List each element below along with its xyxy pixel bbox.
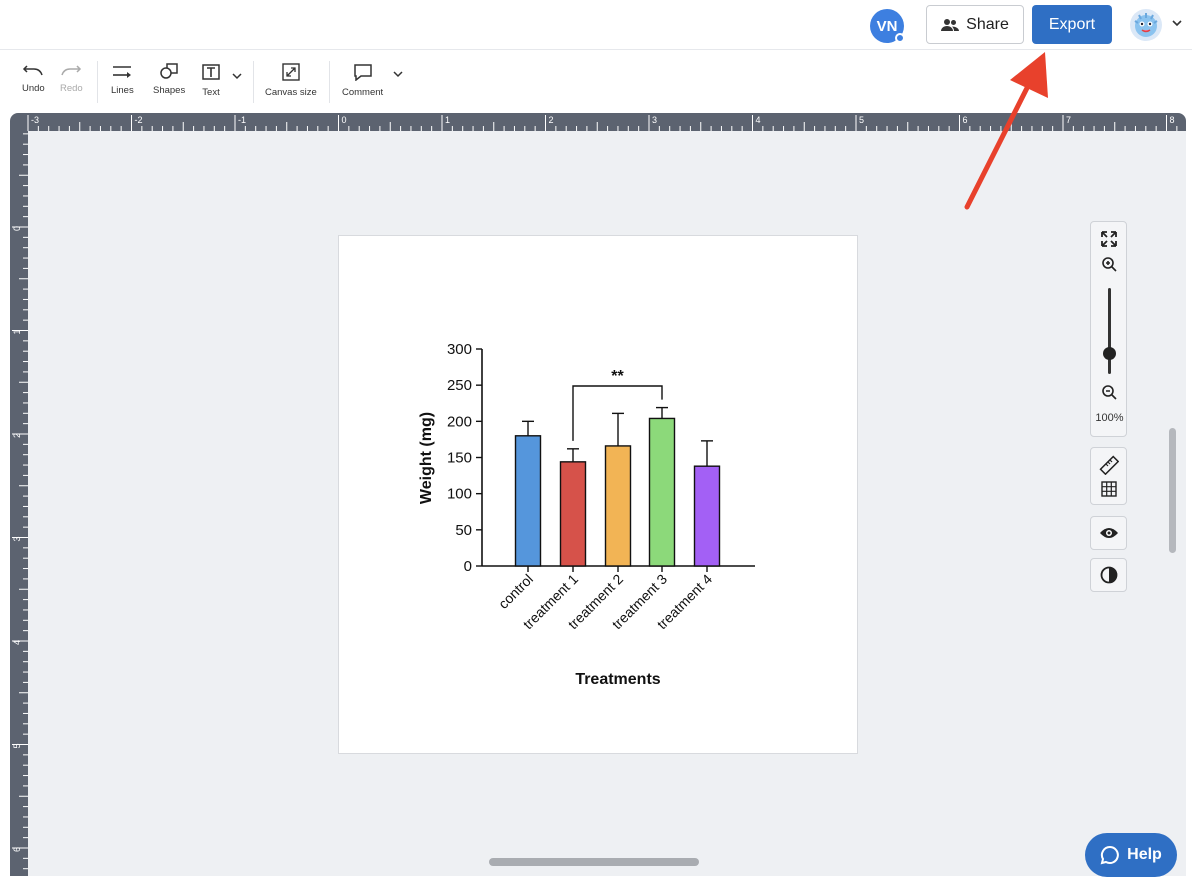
canvas-page[interactable]: 0 50 100 150 200 250 300 control treatment 1 trea… [338,235,858,754]
y-tick-label: 100 [447,486,472,503]
ruler-icon[interactable] [1098,455,1119,475]
monster-avatar-icon [1134,13,1158,37]
online-status-dot [895,33,905,43]
ruler-ticks: -3 -2 -1 0 1 2 3 4 5 6 7 8 [27,115,1178,131]
y-tick-label: 50 [455,522,472,539]
y-tick-label: 300 [447,341,472,358]
ruler-label: -2 [135,115,143,125]
grid-icon[interactable] [1100,481,1117,497]
significance-label: ** [611,368,624,385]
chevron-down-icon[interactable] [231,71,243,81]
redo-button[interactable]: Redo [60,63,83,94]
bar [648,417,676,567]
bar-chart[interactable]: 050100150200250300controltreatment 1trea… [339,236,859,755]
ruler-label: 4 [756,115,761,125]
horizontal-scrollbar[interactable] [489,858,699,866]
ruler-label: 8 [1170,115,1175,125]
ruler-label: 3 [652,115,657,125]
help-button[interactable]: Help [1085,833,1177,877]
chevron-down-icon[interactable] [1170,16,1184,30]
lines-icon [113,66,132,78]
export-label: Export [1048,15,1096,33]
shapes-button[interactable]: Shapes [153,63,185,96]
help-label: Help [1127,846,1162,863]
top-bar: VN Share Export [0,0,1192,50]
x-axis-title: Treatments [575,671,660,688]
ruler-label: 4 [12,640,22,645]
zoom-level: 100% [1095,412,1124,424]
ruler-label: 1 [445,115,450,125]
ruler-label: 5 [12,743,22,748]
fit-to-screen-icon[interactable] [1100,230,1118,248]
chevron-down-icon[interactable] [392,69,404,79]
preview-button[interactable] [1090,516,1127,550]
eye-icon [1099,528,1118,538]
text-label: Text [202,87,220,98]
ruler-label: -1 [238,115,246,125]
y-tick-label: 200 [447,413,472,430]
zoom-slider-track[interactable] [1108,288,1111,374]
comment-icon [353,64,372,81]
user-avatar[interactable] [1130,9,1162,41]
export-button[interactable]: Export [1032,5,1112,44]
ruler-label: 0 [12,226,22,231]
ruler-grid-toggles [1090,447,1127,505]
undo-label: Undo [22,83,45,94]
contrast-icon [1100,566,1117,584]
ruler-label: 7 [1066,115,1071,125]
y-tick-label: 250 [447,377,472,394]
collaborator-avatar[interactable]: VN [870,9,905,43]
horizontal-ruler: -3 -2 -1 0 1 2 3 4 5 6 7 8 [10,113,1186,131]
undo-icon [23,65,44,76]
ruler-label: 2 [12,433,22,438]
ruler-label: 2 [549,115,554,125]
contrast-button[interactable] [1090,558,1127,592]
people-icon [941,18,960,31]
comment-label: Comment [342,87,384,98]
shapes-label: Shapes [153,85,186,96]
ruler-label: 6 [963,115,968,125]
vertical-ruler: 0 1 2 3 4 5 6 [10,131,28,876]
text-icon [202,64,220,80]
share-label: Share [966,15,1009,33]
bar [559,461,587,567]
y-axis-title: Weight (mg) [418,412,435,504]
zoom-slider-handle[interactable] [1103,347,1116,360]
comment-button[interactable]: Comment [342,63,383,98]
ruler-label: 1 [12,329,22,334]
ruler-label: -3 [31,115,39,125]
ruler-label: 6 [12,847,22,852]
x-tick-label: control [495,571,536,612]
resize-icon [282,63,300,81]
y-tick-label: 0 [464,558,472,575]
bar [514,435,542,567]
y-tick-label: 150 [447,450,472,467]
ruler-label: 3 [12,536,22,541]
chat-bubble-icon [1100,845,1119,865]
bar [604,445,632,567]
zoom-out-icon[interactable] [1101,384,1118,401]
redo-icon [61,65,82,76]
lines-label: Lines [111,85,134,96]
undo-button[interactable]: Undo [22,63,45,94]
ruler-ticks: 0 1 2 3 4 5 6 [12,133,28,870]
ruler-label: 0 [342,115,347,125]
avatar-initials: VN [876,17,898,35]
canvas-size-button[interactable]: Canvas size [265,63,317,98]
zoom-panel: 100% [1090,221,1127,437]
toolbar-divider [97,61,98,103]
ruler-label: 5 [859,115,864,125]
canvas-size-label: Canvas size [265,87,317,98]
share-button[interactable]: Share [926,5,1024,44]
text-button[interactable]: Text [201,63,221,98]
vertical-scrollbar[interactable] [1169,428,1176,553]
bar [693,465,721,567]
zoom-in-icon[interactable] [1101,256,1118,273]
lines-button[interactable]: Lines [111,63,134,96]
toolbar: Undo Redo Lines Shapes Text Canvas size … [0,51,1192,113]
toolbar-divider [329,61,330,103]
toolbar-divider [253,61,254,103]
shapes-icon [160,63,178,79]
redo-label: Redo [60,83,83,94]
